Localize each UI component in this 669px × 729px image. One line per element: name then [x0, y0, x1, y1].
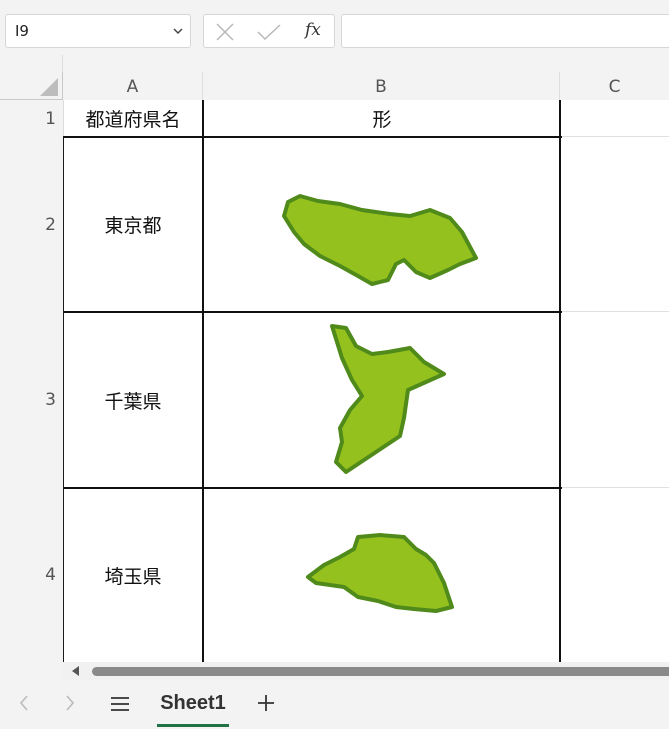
column-header-b[interactable]: B: [203, 72, 560, 100]
previous-sheet-icon[interactable]: [18, 694, 30, 712]
tokyo-shape[interactable]: [280, 192, 480, 288]
formula-controls: fx: [203, 14, 335, 48]
sheet-tab-label: Sheet1: [160, 692, 226, 714]
cell-c1[interactable]: [561, 100, 669, 136]
enter-check-icon[interactable]: [256, 23, 282, 41]
row-header-3[interactable]: 3: [0, 312, 63, 488]
row-header-2[interactable]: 2: [0, 137, 63, 312]
name-box[interactable]: I9: [5, 14, 191, 48]
active-tab-indicator: [157, 724, 229, 727]
cell-b1[interactable]: 形: [204, 100, 560, 136]
saitama-shape[interactable]: [304, 531, 456, 615]
insert-function-button[interactable]: fx: [305, 20, 321, 40]
horizontal-scrollbar[interactable]: [63, 662, 669, 680]
add-sheet-icon[interactable]: [257, 694, 275, 712]
cell-a1[interactable]: 都道府県名: [63, 100, 203, 136]
cell-a2[interactable]: 東京都: [64, 138, 202, 311]
select-all-corner[interactable]: [0, 72, 63, 100]
column-header-c[interactable]: C: [560, 72, 669, 100]
all-sheets-menu-icon[interactable]: [110, 696, 130, 712]
formula-input[interactable]: [341, 14, 669, 48]
chiba-shape[interactable]: [328, 322, 450, 477]
name-box-value: I9: [15, 22, 29, 40]
row-header-1[interactable]: 1: [0, 100, 63, 137]
cell-a4[interactable]: 埼玉県: [64, 489, 202, 662]
column-header-a[interactable]: A: [63, 72, 203, 100]
row-header-4[interactable]: 4: [0, 488, 63, 662]
sheet-tab-bar: Sheet1: [0, 680, 669, 729]
scroll-left-arrow-icon[interactable]: [72, 666, 80, 676]
scrollbar-thumb[interactable]: [92, 667, 669, 676]
cancel-icon[interactable]: [215, 23, 235, 41]
chevron-down-icon[interactable]: [173, 28, 183, 35]
cell-a3[interactable]: 千葉県: [64, 313, 202, 487]
next-sheet-icon[interactable]: [64, 694, 76, 712]
sheet-tab-sheet1[interactable]: Sheet1: [157, 688, 229, 728]
